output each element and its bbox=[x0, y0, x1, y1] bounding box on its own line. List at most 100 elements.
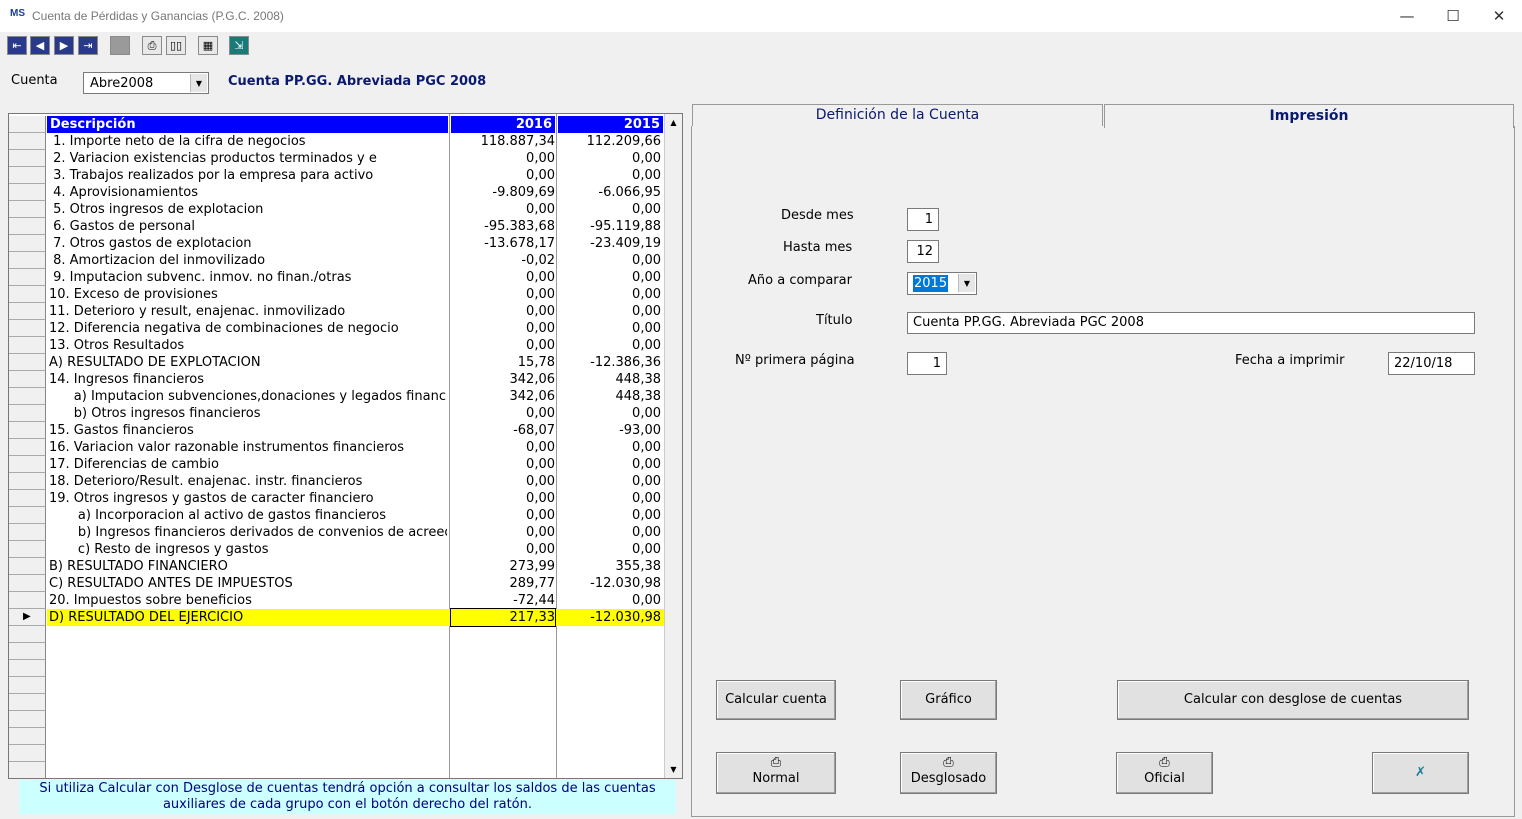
cell-2016[interactable]: 0,00 bbox=[451, 303, 555, 320]
cell-2015[interactable]: 0,00 bbox=[558, 490, 661, 507]
cell-descripcion[interactable]: B) RESULTADO FINANCIERO bbox=[49, 558, 447, 575]
row-header[interactable] bbox=[9, 167, 46, 184]
minimize-icon[interactable]: — bbox=[1384, 0, 1430, 32]
cell-2016[interactable]: 0,00 bbox=[451, 473, 555, 490]
cell-2015[interactable]: 0,00 bbox=[558, 167, 661, 184]
column-header-2016[interactable]: 2016 bbox=[451, 116, 555, 133]
row-header[interactable] bbox=[9, 337, 46, 354]
cell-2016[interactable]: -0,02 bbox=[451, 252, 555, 269]
cell-2016[interactable]: 0,00 bbox=[451, 320, 555, 337]
cell-2015[interactable]: 0,00 bbox=[558, 286, 661, 303]
row-header[interactable] bbox=[9, 592, 46, 609]
cell-descripcion[interactable]: 12. Diferencia negativa de combinaciones… bbox=[49, 320, 447, 337]
cell-2016[interactable]: 0,00 bbox=[451, 490, 555, 507]
tab-definicion[interactable]: Definición de la Cuenta bbox=[692, 104, 1103, 126]
table-row[interactable]: 16. Variacion valor razonable instrument… bbox=[47, 439, 664, 456]
table-row[interactable]: 8. Amortizacion del inmovilizado -0,02 0,0… bbox=[47, 252, 664, 269]
cell-descripcion[interactable]: a) Incorporacion al activo de gastos fin… bbox=[49, 507, 447, 524]
cell-2015[interactable]: 0,00 bbox=[558, 150, 661, 167]
cell-2016[interactable]: 289,77 bbox=[451, 575, 556, 592]
table-row[interactable]: 6. Gastos de personal -95.383,68 -95.119,8… bbox=[47, 218, 664, 235]
row-header[interactable] bbox=[9, 218, 46, 235]
cell-descripcion[interactable]: 10. Exceso de provisiones bbox=[49, 286, 447, 303]
tab-impresion[interactable]: Impresión bbox=[1104, 104, 1514, 128]
cell-descripcion[interactable]: 2. Variacion existencias productos termi… bbox=[49, 150, 447, 167]
cell-2016[interactable]: -9.809,69 bbox=[451, 184, 555, 201]
cell-2015[interactable]: -12.030,98 bbox=[558, 609, 661, 626]
print-oficial-button[interactable]: ⎙ Oficial bbox=[1116, 752, 1213, 794]
row-header[interactable] bbox=[9, 456, 46, 473]
cuenta-select[interactable]: Abre2008 ▼ bbox=[83, 72, 209, 94]
cell-2015[interactable]: -12.030,98 bbox=[558, 575, 661, 592]
cell-2015[interactable]: 0,00 bbox=[558, 405, 661, 422]
cell-descripcion[interactable]: b) Ingresos financieros derivados de con… bbox=[49, 524, 447, 541]
first-record-icon[interactable]: ⇤ bbox=[7, 36, 27, 55]
cell-2015[interactable]: 112.209,66 bbox=[558, 133, 661, 150]
table-row[interactable]: 9. Imputacion subvenc. inmov. no finan./… bbox=[47, 269, 664, 286]
table-row[interactable]: 19. Otros ingresos y gastos de caracter … bbox=[47, 490, 664, 507]
table-row[interactable]: 17. Diferencias de cambio 0,00 0,00 bbox=[47, 456, 664, 473]
table-row[interactable]: 7. Otros gastos de explotacion -13.678,17… bbox=[47, 235, 664, 252]
book-icon[interactable]: ▯▯ bbox=[166, 36, 186, 55]
table-row[interactable]: b) Otros ingresos financieros 0,00 0,00 bbox=[47, 405, 664, 422]
table-row[interactable]: 20. Impuestos sobre beneficios -72,44 0,00 bbox=[47, 592, 664, 609]
table-row[interactable]: c) Resto de ingresos y gastos 0,00 0,00 bbox=[47, 541, 664, 558]
cell-2015[interactable]: -6.066,95 bbox=[558, 184, 661, 201]
cell-descripcion[interactable]: 11. Deterioro y result, enajenac. inmovi… bbox=[49, 303, 447, 320]
row-header[interactable] bbox=[9, 201, 46, 218]
table-row[interactable]: 4. Aprovisionamientos -9.809,69 -6.066,95 bbox=[47, 184, 664, 201]
cell-2016[interactable]: -13.678,17 bbox=[451, 235, 555, 252]
chevron-down-icon[interactable]: ▼ bbox=[190, 74, 207, 92]
cell-2015[interactable]: -95.119,88 bbox=[558, 218, 661, 235]
cell-2016[interactable]: -68,07 bbox=[451, 422, 555, 439]
row-header[interactable]: ▶ bbox=[9, 609, 46, 626]
titulo-input[interactable]: Cuenta PP.GG. Abreviada PGC 2008 bbox=[907, 312, 1475, 334]
cell-descripcion[interactable]: 15. Gastos financieros bbox=[49, 422, 447, 439]
cell-descripcion[interactable]: 13. Otros Resultados bbox=[49, 337, 447, 354]
cell-descripcion[interactable]: b) Otros ingresos financieros bbox=[49, 405, 447, 422]
table-row[interactable]: 11. Deterioro y result, enajenac. inmovi… bbox=[47, 303, 664, 320]
row-header[interactable] bbox=[9, 728, 46, 745]
cell-2016[interactable]: 0,00 bbox=[451, 167, 555, 184]
fecha-imprimir-input[interactable]: 22/10/18 bbox=[1388, 352, 1475, 375]
cell-2016[interactable]: 273,99 bbox=[451, 558, 556, 575]
chevron-down-icon[interactable]: ▼ bbox=[958, 274, 975, 292]
table-row[interactable]: a) Incorporacion al activo de gastos fin… bbox=[47, 507, 664, 524]
desde-mes-input[interactable]: 1 bbox=[907, 208, 939, 231]
row-header[interactable] bbox=[9, 507, 46, 524]
cell-2016[interactable]: -72,44 bbox=[451, 592, 555, 609]
data-grid[interactable]: ▶ Descripción 2016 2015 1. Importe neto … bbox=[8, 113, 683, 779]
vertical-scrollbar[interactable]: ▲ ▼ bbox=[664, 114, 682, 778]
ano-comparar-select[interactable]: 2015 ▼ bbox=[907, 272, 977, 295]
cell-2015[interactable]: 0,00 bbox=[558, 541, 661, 558]
cell-2015[interactable]: 0,00 bbox=[558, 201, 661, 218]
cell-2016[interactable]: 15,78 bbox=[451, 354, 555, 371]
row-header[interactable] bbox=[9, 745, 46, 762]
table-row[interactable]: 1. Importe neto de la cifra de negocios 1… bbox=[47, 133, 664, 150]
scroll-down-icon[interactable]: ▼ bbox=[665, 761, 682, 778]
cell-2015[interactable]: 0,00 bbox=[558, 269, 661, 286]
cell-descripcion[interactable]: c) Resto de ingresos y gastos bbox=[49, 541, 447, 558]
table-row[interactable]: D) RESULTADO DEL EJERCICIO 217,33 -12.030,… bbox=[47, 608, 664, 627]
cell-2015[interactable]: 0,00 bbox=[558, 320, 661, 337]
column-header-descripcion[interactable]: Descripción bbox=[47, 116, 448, 133]
cell-2015[interactable]: 0,00 bbox=[558, 473, 661, 490]
cell-descripcion[interactable]: 1. Importe neto de la cifra de negocios bbox=[49, 133, 447, 150]
cell-descripcion[interactable]: 16. Variacion valor razonable instrument… bbox=[49, 439, 447, 456]
cell-2016[interactable]: 0,00 bbox=[451, 524, 555, 541]
cell-descripcion[interactable]: 14. Ingresos financieros bbox=[49, 371, 447, 388]
next-record-icon[interactable]: ▶ bbox=[54, 36, 74, 55]
cell-2016[interactable]: -95.383,68 bbox=[451, 218, 555, 235]
cell-2015[interactable]: -23.409,19 bbox=[558, 235, 661, 252]
cell-2016[interactable]: 0,00 bbox=[451, 439, 555, 456]
cell-2015[interactable]: 448,38 bbox=[558, 388, 662, 405]
cell-2015[interactable]: 0,00 bbox=[558, 456, 661, 473]
table-row[interactable]: a) Imputacion subvenciones,donaciones y … bbox=[47, 388, 664, 405]
cell-2015[interactable]: -93,00 bbox=[558, 422, 661, 439]
row-header[interactable] bbox=[9, 184, 46, 201]
row-header[interactable] bbox=[9, 473, 46, 490]
table-row[interactable]: 2. Variacion existencias productos termi… bbox=[47, 150, 664, 167]
hasta-mes-input[interactable]: 12 bbox=[907, 240, 939, 263]
cell-2016[interactable]: 118.887,34 bbox=[451, 133, 555, 150]
row-header[interactable] bbox=[9, 286, 46, 303]
